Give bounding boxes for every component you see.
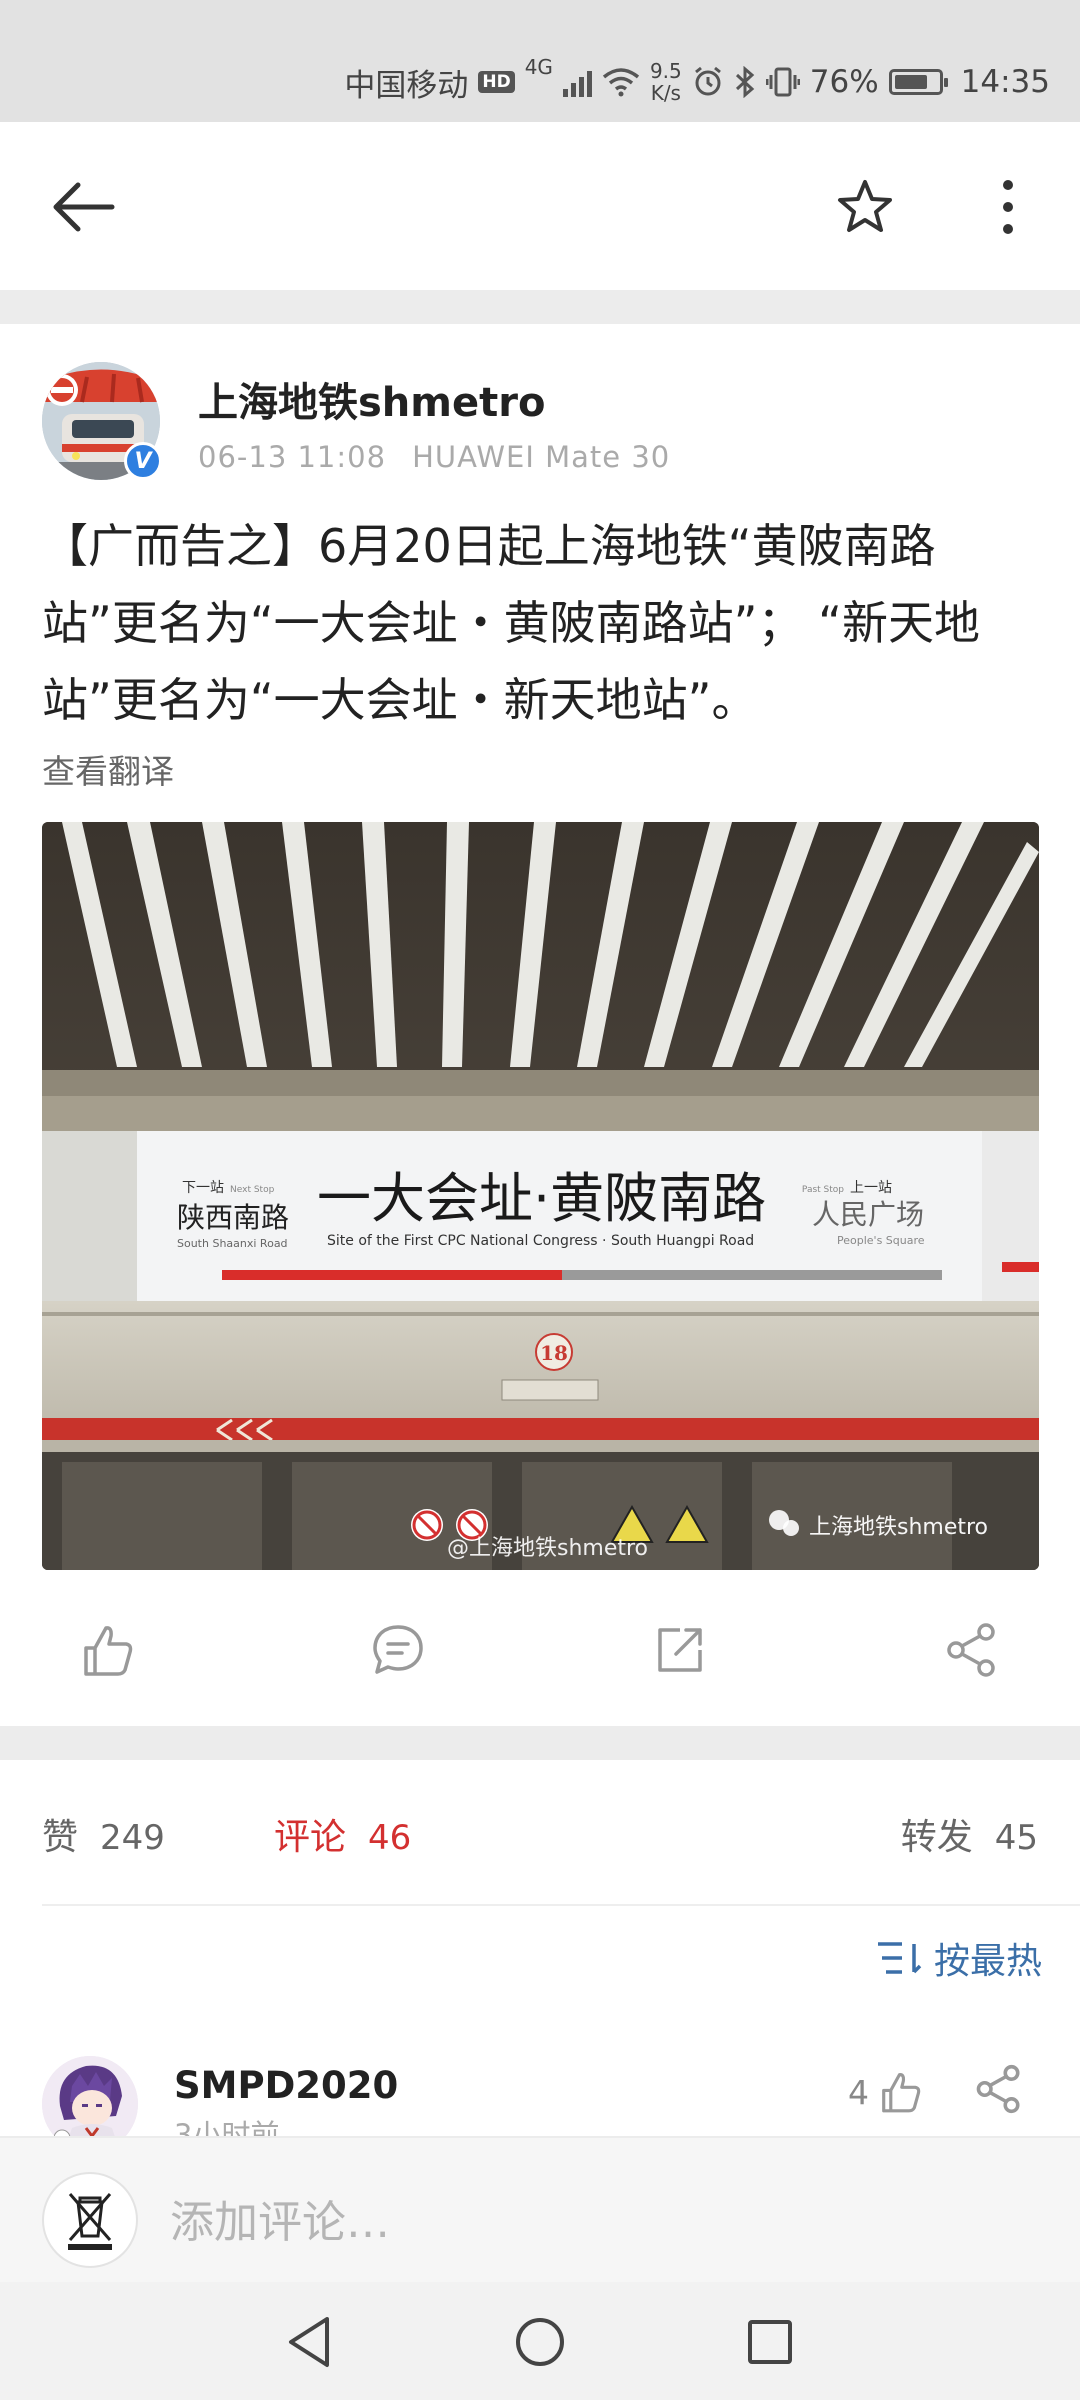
system-nav-bar (0, 2282, 1080, 2400)
post-text: 【广而告之】6月20日起上海地铁“黄陂南路站”更名为“一大会址・黄陂南路站”； … (42, 519, 980, 727)
thumb-up-icon (882, 2073, 921, 2113)
hd-badge: HD (478, 71, 515, 93)
reposts-label: 转发 (900, 1817, 973, 1858)
comment-input[interactable]: 添加评论… (170, 2186, 390, 2250)
share-icon (947, 1623, 995, 1677)
likes-tab[interactable]: 赞 249 (42, 1808, 165, 1860)
comment-share-button[interactable] (974, 2064, 1034, 2124)
station-sign-photo: 下一站 Next Stop 陕西南路 South Shaanxi Road 一大会… (42, 822, 1039, 1570)
square-recents-icon (748, 2320, 792, 2364)
thumb-up-icon (84, 1626, 133, 1676)
network-type-label: 4G (524, 55, 553, 79)
comment-button[interactable] (348, 1600, 448, 1700)
vibrate-icon (765, 67, 800, 97)
share-button[interactable] (922, 1600, 1022, 1700)
nav-recents-button[interactable] (730, 2302, 810, 2382)
section-separator (0, 290, 1080, 324)
past-station-name-en: People's Square (837, 1234, 925, 1247)
past-station-name: 人民广场 (812, 1198, 924, 1231)
wechat-watermark: 上海地铁shmetro (809, 1515, 988, 1540)
post-actions (0, 1600, 1080, 1700)
current-station-name: 一大会址·黄陂南路 (317, 1167, 766, 1230)
status-bar: 中国移动 HD 4G 9.5 K/s 76% 14:35 (0, 0, 1080, 122)
post-device: HUAWEI Mate 30 (412, 440, 671, 474)
likes-label: 赞 (42, 1817, 79, 1858)
sort-icon (877, 1942, 922, 1974)
nav-back-button[interactable] (270, 2302, 350, 2382)
battery-icon (888, 69, 948, 95)
comment-icon (373, 1625, 423, 1674)
network-speed-unit: K/s (650, 81, 681, 105)
post-date: 06-13 11:08 (198, 440, 387, 474)
status-bar-right: 中国移动 HD 4G 9.5 K/s 76% 14:35 (344, 52, 1050, 112)
network-speed: 9.5 K/s (650, 60, 682, 104)
post-image[interactable]: 下一站 Next Stop 陕西南路 South Shaanxi Road 一大会… (42, 822, 1039, 1570)
author-name[interactable]: 上海地铁shmetro (198, 370, 545, 428)
signal-icon (562, 67, 592, 97)
current-station-name-en: Site of the First CPC National Congress … (327, 1233, 754, 1249)
nav-home-button[interactable] (500, 2302, 580, 2382)
no-trash-icon (68, 2193, 112, 2250)
star-outline-icon (838, 180, 892, 232)
sort-button[interactable]: 按最热 (876, 1932, 1042, 1984)
battery-fill (894, 75, 927, 89)
arrow-left-icon (53, 182, 115, 232)
alarm-icon (694, 66, 721, 96)
more-vertical-icon (1003, 180, 1013, 234)
next-station-name-en: South Shaanxi Road (177, 1237, 288, 1250)
triangle-back-icon (289, 2317, 329, 2367)
repost-icon (658, 1628, 702, 1672)
carrier-label: 中国移动 (344, 67, 469, 104)
sort-label: 按最热 (933, 1941, 1042, 1982)
translate-link[interactable]: 查看翻译 (42, 745, 174, 793)
door-number: 18 (540, 1341, 568, 1365)
clock: 14:35 (960, 64, 1050, 100)
battery-percent: 76% (809, 64, 879, 100)
reposts-tab[interactable]: 转发 45 (901, 1808, 1038, 1860)
favorite-button[interactable] (820, 162, 910, 252)
app-bar (0, 122, 1080, 290)
weibo-watermark: @上海地铁shmetro (447, 1536, 648, 1561)
comment-input-bar: 添加评论… (0, 2136, 1080, 2282)
comments-tab[interactable]: 评论 46 (274, 1808, 411, 1860)
verified-badge: V (124, 442, 162, 480)
likes-count: 249 (100, 1818, 165, 1858)
more-button[interactable] (963, 162, 1053, 252)
like-button[interactable] (58, 1600, 158, 1700)
comment-like-button[interactable]: 4 (848, 2070, 923, 2114)
comments-count: 46 (368, 1818, 412, 1858)
stats-divider (42, 1904, 1080, 1906)
comment-like-count: 4 (848, 2072, 869, 2112)
my-avatar[interactable] (42, 2172, 138, 2268)
wifi-icon (602, 68, 640, 97)
post-meta: 06-13 11:08 HUAWEI Mate 30 (198, 440, 670, 474)
network-speed-value: 9.5 (649, 59, 682, 83)
reposts-count: 45 (994, 1818, 1038, 1858)
back-button[interactable] (38, 162, 128, 252)
comments-label: 评论 (274, 1817, 347, 1858)
circle-home-icon (516, 2318, 564, 2366)
next-station-name: 陕西南路 (177, 1201, 289, 1234)
bluetooth-icon (735, 66, 754, 98)
commenter-name[interactable]: SMPD2020 (174, 2064, 398, 2107)
repost-button[interactable] (630, 1600, 730, 1700)
share-icon (976, 2064, 1020, 2114)
section-separator-2 (0, 1726, 1080, 1760)
